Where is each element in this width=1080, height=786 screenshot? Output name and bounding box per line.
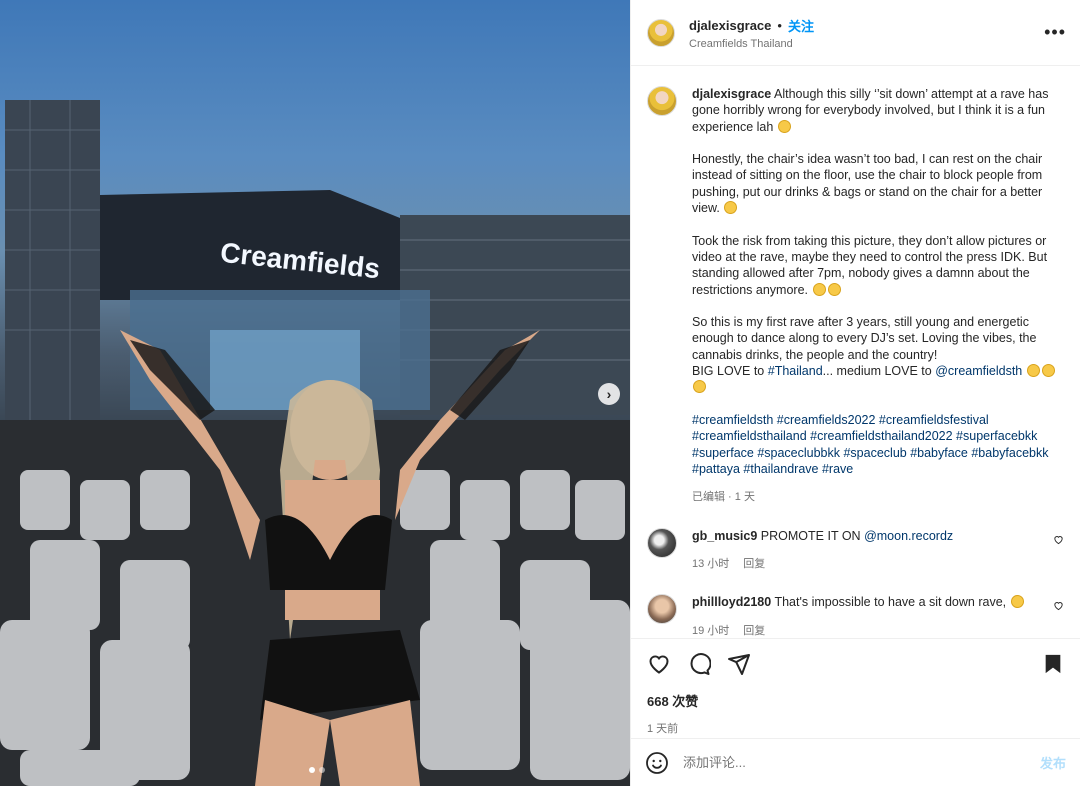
comment-composer: 发布 [631, 738, 1080, 786]
rofl-emoji-icon [812, 282, 826, 296]
caption-hashtags[interactable]: #creamfieldsth #creamfields2022 #creamfi… [692, 412, 1064, 477]
photo-illustration: Creamfields [0, 100, 630, 786]
comment-bubble-icon[interactable] [687, 652, 711, 676]
next-slide-button[interactable]: › [598, 383, 620, 405]
author-avatar[interactable] [647, 18, 675, 47]
rofl-emoji-icon [827, 282, 841, 296]
caption-p4: So this is my first rave after 3 years, … [692, 315, 1037, 362]
post-photo[interactable]: Creamfields › [0, 0, 630, 786]
caption-p2: Honestly, the chair’s idea wasn’t too ba… [692, 152, 1043, 216]
caption-avatar[interactable] [647, 86, 677, 116]
like-count[interactable]: 668 次赞 [647, 691, 1064, 710]
slide-dot-active [309, 767, 315, 773]
heart-icon[interactable] [1053, 600, 1064, 614]
post-location[interactable]: Creamfields Thailand [689, 38, 814, 50]
author-username[interactable]: djalexisgrace [689, 18, 771, 33]
comment-text: That's impossible to have a sit down rav… [774, 595, 1007, 610]
follow-button[interactable]: 关注 [788, 16, 814, 35]
laughing-emoji-icon [777, 119, 791, 133]
caption: djalexisgrace Although this silly ‘’sit … [647, 86, 1064, 506]
slide-dot [319, 767, 325, 773]
more-options-icon[interactable]: ••• [1044, 22, 1066, 43]
bookmark-icon[interactable] [1042, 653, 1064, 675]
separator-dot: • [777, 17, 782, 33]
commenter-username[interactable]: phillloyd2180 [692, 595, 771, 609]
caption-username[interactable]: djalexisgrace [692, 87, 771, 101]
rofl-emoji-icon [1026, 364, 1040, 378]
comments-list[interactable]: djalexisgrace Although this silly ‘’sit … [631, 66, 1080, 638]
hashtag-link[interactable]: #Thailand [768, 364, 823, 378]
post-time[interactable]: 1 天前 [647, 720, 1064, 736]
comment-input[interactable] [683, 755, 1040, 770]
post-comment-button[interactable]: 发布 [1040, 753, 1066, 772]
comment-item: gb_music9 PROMOTE IT ON @moon.recordz 13… [647, 527, 1064, 573]
chevron-right-icon: › [606, 386, 612, 402]
post-modal: Creamfields › djalexisgrace • 关注 Creamfi… [0, 0, 1080, 786]
reply-button[interactable]: 回复 [743, 623, 765, 638]
post-sidebar: djalexisgrace • 关注 Creamfields Thailand … [630, 0, 1080, 786]
mention-link[interactable]: @creamfieldsth [935, 364, 1022, 378]
rofl-emoji-icon [693, 380, 706, 394]
comment-time: 13 小时 [692, 558, 730, 571]
caption-p4b-pre: BIG LOVE to [692, 364, 765, 379]
caption-p3: Took the risk from taking this picture, … [692, 233, 1048, 297]
commenter-avatar[interactable] [647, 527, 677, 558]
laughing-emoji-icon [1010, 595, 1024, 609]
commenter-username[interactable]: gb_music9 [692, 529, 757, 543]
rofl-emoji-icon [1041, 364, 1055, 378]
comment-text: PROMOTE IT ON [760, 528, 861, 543]
slide-indicator [309, 767, 325, 773]
truss-left [5, 100, 100, 420]
heart-icon[interactable] [1053, 534, 1064, 548]
comment-item: phillloyd2180 That's impossible to have … [647, 594, 1064, 638]
rofl-emoji-icon [724, 201, 738, 215]
share-paper-plane-icon[interactable] [727, 652, 751, 676]
truss-right [400, 215, 630, 415]
post-header: djalexisgrace • 关注 Creamfields Thailand … [631, 0, 1080, 66]
reply-button[interactable]: 回复 [743, 556, 765, 572]
commenter-avatar[interactable] [647, 594, 677, 625]
caption-edited-time: 已编辑 · 1 天 [692, 491, 755, 504]
like-heart-icon[interactable] [647, 652, 671, 676]
post-actions: 668 次赞 1 天前 [631, 638, 1080, 738]
comment-time: 19 小时 [692, 624, 730, 637]
mention-link[interactable]: @moon.recordz [864, 529, 953, 543]
caption-p4b-mid: ... medium LOVE to [822, 364, 932, 379]
emoji-smiley-icon[interactable] [645, 751, 669, 775]
